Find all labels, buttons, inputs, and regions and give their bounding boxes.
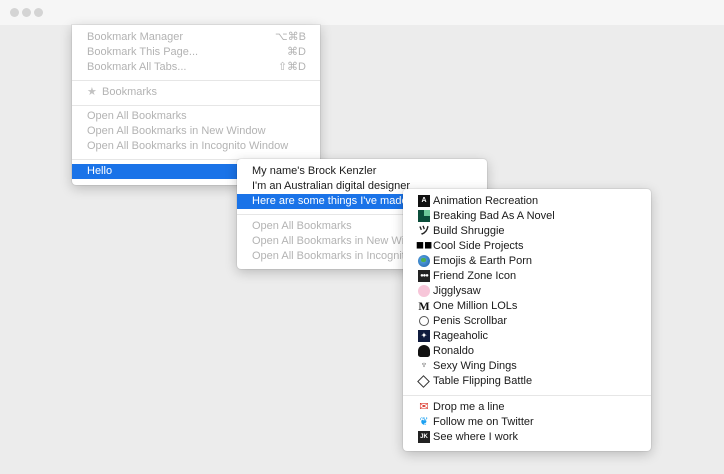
menu-item-label: Bookmark All Tabs...	[87, 61, 187, 73]
menu-item-project[interactable]: M One Million LOLs	[403, 299, 651, 314]
menu-item-label: Friend Zone Icon	[433, 270, 517, 282]
menu-separator	[403, 395, 651, 396]
menu-item-label: Hello	[87, 165, 113, 177]
menu-item-open-all[interactable]: Open All Bookmarks	[72, 109, 320, 124]
menu-item-bookmark-all-tabs[interactable]: Bookmark All Tabs... ⇧⌘D	[72, 60, 320, 75]
star-icon: ★	[87, 86, 97, 98]
menu-item-contact[interactable]: ✉ Drop me a line	[403, 400, 651, 415]
menu-item-label: Table Flipping Battle	[433, 375, 533, 387]
menu-item-project[interactable]: ◼◼ Cool Side Projects	[403, 239, 651, 254]
menu-item-label: Open All Bookmarks	[252, 220, 352, 232]
wing-icon: ♆	[420, 360, 428, 371]
menu-item-bookmarks-header: ★ Bookmarks	[72, 85, 320, 100]
breaking-bad-icon	[418, 210, 430, 222]
twitter-icon: ❦	[419, 416, 429, 428]
menu-item-open-all-incognito[interactable]: Open All Bookmarks in Incognito Window	[72, 139, 320, 154]
menu-item-label: Bookmark Manager	[87, 31, 183, 43]
sunglasses-icon: ◼◼	[415, 240, 433, 251]
menu-item-project[interactable]: Ronaldo	[403, 344, 651, 359]
menu-item-project[interactable]: ツ Build Shruggie	[403, 224, 651, 239]
menu-separator	[72, 80, 320, 81]
menu-item-label: Here are some things I've made	[252, 195, 408, 207]
menu-item-project[interactable]: ✦ Rageaholic	[403, 329, 651, 344]
m-letter-icon: M	[418, 299, 430, 313]
friend-zone-icon: ●●●	[418, 270, 430, 282]
menu-item-label: One Million LOLs	[433, 300, 518, 312]
zoom-window-button[interactable]	[34, 8, 43, 17]
menu-item-bookmark-this-page[interactable]: Bookmark This Page... ⌘D	[72, 45, 320, 60]
menu-item-label: Build Shruggie	[433, 225, 505, 237]
menu-item-label: Open All Bookmarks in New Window	[87, 125, 266, 137]
menu-item-project[interactable]: A Animation Recreation	[403, 194, 651, 209]
menu-item-label: Sexy Wing Dings	[433, 360, 517, 372]
menu-item-project[interactable]: Emojis & Earth Porn	[403, 254, 651, 269]
menu-item-label: Emojis & Earth Porn	[433, 255, 533, 267]
menu-item-project[interactable]: Breaking Bad As A Novel	[403, 209, 651, 224]
menu-item-label: Ronaldo	[433, 345, 474, 357]
menu-item-label: I'm an Australian digital designer	[252, 180, 411, 192]
shruggie-icon: ツ	[418, 225, 430, 237]
menu-item-label: Follow me on Twitter	[433, 416, 534, 428]
menu-item-contact[interactable]: JK See where I work	[403, 430, 651, 445]
menu-item-label: Jigglysaw	[433, 285, 481, 297]
projects-submenu: A Animation Recreation Breaking Bad As A…	[403, 189, 651, 451]
menu-item-label: See where I work	[433, 431, 518, 443]
jigglypuff-icon	[418, 285, 430, 297]
menu-item-contact[interactable]: ❦ Follow me on Twitter	[403, 415, 651, 430]
close-window-button[interactable]	[10, 8, 19, 17]
menu-item-label: Open All Bookmarks in Incognito Window	[87, 140, 289, 152]
menu-item-label: Penis Scrollbar	[433, 315, 507, 327]
menu-separator	[72, 105, 320, 106]
menu-item-label: Rageaholic	[433, 330, 489, 342]
menu-item-label: Animation Recreation	[433, 195, 539, 207]
menu-item-label: My name's Brock Kenzler	[252, 165, 377, 177]
menu-item-bookmark-manager[interactable]: Bookmark Manager ⌥⌘B	[72, 30, 320, 45]
animation-recreation-icon: A	[418, 195, 430, 207]
table-flip-icon	[417, 375, 430, 388]
menu-shortcut: ⇧⌘D	[277, 61, 306, 73]
menu-item-label: Breaking Bad As A Novel	[433, 210, 555, 222]
scrollbar-icon	[419, 316, 429, 326]
rage-icon: ✦	[418, 330, 430, 342]
menu-item-project[interactable]: Table Flipping Battle	[403, 374, 651, 389]
menu-item-label: Bookmarks	[102, 86, 158, 98]
menu-item-label: Bookmark This Page...	[87, 46, 199, 58]
minimize-window-button[interactable]	[22, 8, 31, 17]
menu-item-name[interactable]: My name's Brock Kenzler	[237, 164, 487, 179]
menu-item-label: Drop me a line	[433, 401, 505, 413]
gmail-icon: ✉	[419, 401, 429, 413]
menu-shortcut: ⌘D	[287, 46, 306, 58]
menu-item-project[interactable]: ♆ Sexy Wing Dings	[403, 359, 651, 374]
menu-item-project[interactable]: Jigglysaw	[403, 284, 651, 299]
ronaldo-icon	[418, 345, 430, 357]
window-titlebar	[0, 0, 724, 25]
menu-item-label: Cool Side Projects	[433, 240, 524, 252]
earth-icon	[418, 255, 430, 267]
menu-shortcut: ⌥⌘B	[274, 31, 306, 43]
menu-item-project[interactable]: Penis Scrollbar	[403, 314, 651, 329]
menu-item-project[interactable]: ●●● Friend Zone Icon	[403, 269, 651, 284]
menu-item-label: Open All Bookmarks	[87, 110, 187, 122]
menu-item-open-all-new-window[interactable]: Open All Bookmarks in New Window	[72, 124, 320, 139]
workplace-icon: JK	[418, 431, 430, 443]
